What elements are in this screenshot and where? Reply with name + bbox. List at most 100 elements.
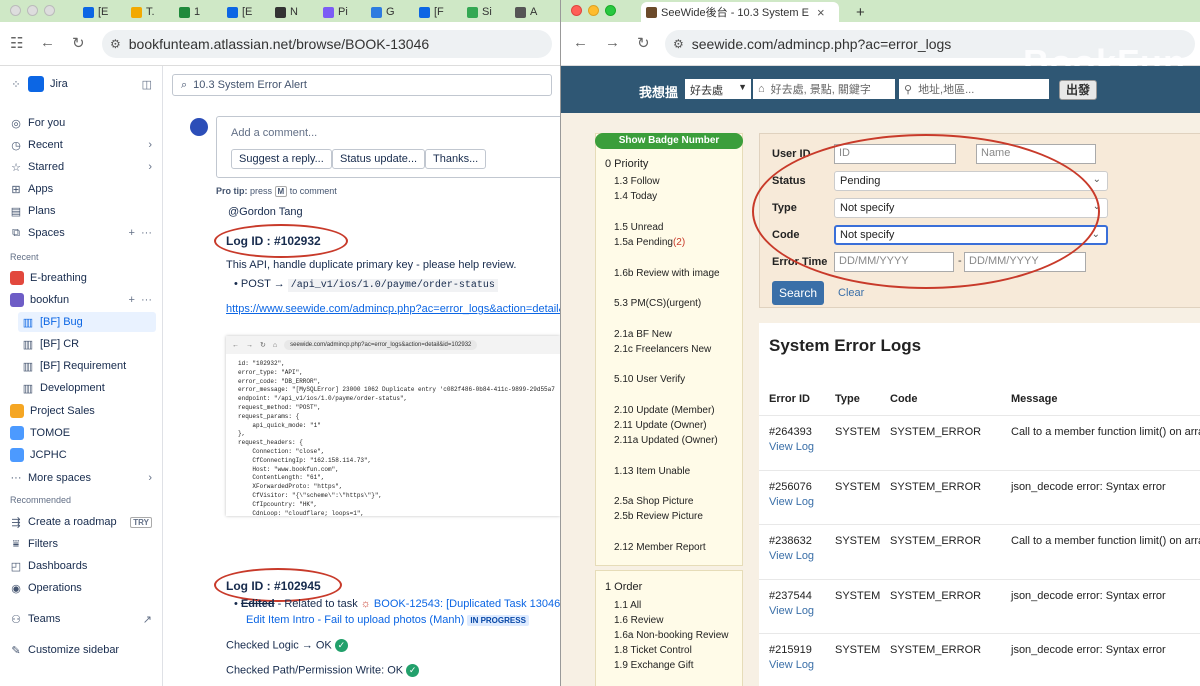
- sidebar-item-tomoe[interactable]: TOMOE: [6, 423, 156, 443]
- tab-2[interactable]: 1: [174, 2, 220, 22]
- order-item[interactable]: 1.8 Ticket Control: [614, 645, 692, 656]
- sidebar-item-create-roadmap[interactable]: ⇶ Create a roadmap TRY: [6, 512, 156, 532]
- priority-item[interactable]: 1.5 Unread: [614, 222, 663, 233]
- view-log-link[interactable]: View Log: [769, 550, 814, 562]
- clear-link[interactable]: Clear: [838, 287, 864, 299]
- priority-item[interactable]: 2.12 Member Report: [614, 542, 706, 553]
- sidebar-item-apps[interactable]: ⊞ Apps: [6, 179, 156, 199]
- tab-8[interactable]: Si: [462, 2, 508, 22]
- attached-screenshot[interactable]: ← → ↻ ⌂ seewide.com/admincp.php?ac=error_lo…: [226, 336, 560, 516]
- tab-seewide[interactable]: SeeWide後台 - 10.3 System E ×: [641, 2, 839, 22]
- priority-item[interactable]: 2.10 Update (Member): [614, 405, 715, 416]
- close-window-button[interactable]: [10, 5, 21, 16]
- subtask-link[interactable]: Edit Item Intro - Fail to upload photos …: [246, 614, 464, 626]
- view-log-link[interactable]: View Log: [769, 605, 814, 617]
- priority-item[interactable]: 5.10 User Verify: [614, 374, 685, 385]
- sidebar-item-filters[interactable]: ⩸ Filters: [6, 534, 156, 554]
- sidebar-item-spaces[interactable]: ⧉ Spaces + ···: [6, 223, 156, 243]
- sidebar-item-bf-cr[interactable]: ▥ [BF] CR: [18, 334, 156, 354]
- order-item[interactable]: 1.6a Non-booking Review: [614, 630, 729, 641]
- priority-item[interactable]: 1.4 Today: [614, 191, 657, 202]
- tab-3[interactable]: [E: [222, 2, 268, 22]
- sidebar-item-bf-bug[interactable]: ▥ [BF] Bug: [18, 312, 156, 332]
- priority-item[interactable]: 5.3 PM(CS)(urgent): [614, 298, 701, 309]
- order-item[interactable]: 1 Order: [605, 581, 642, 593]
- sidebar-item-bf-requirement[interactable]: ▥ [BF] Requirement: [18, 356, 156, 376]
- tab-4[interactable]: N: [270, 2, 316, 22]
- tab-1[interactable]: T.: [126, 2, 172, 22]
- category-select[interactable]: 好去處 ▼: [685, 79, 751, 99]
- close-window-button[interactable]: [571, 5, 582, 16]
- mention: @Gordon Tang: [228, 206, 303, 218]
- sidebar-item-starred[interactable]: ☆ Starred ›: [6, 157, 156, 177]
- priority-item[interactable]: 2.5a Shop Picture: [614, 496, 694, 507]
- view-log-link[interactable]: View Log: [769, 496, 814, 508]
- suggest-reply-chip[interactable]: Suggest a reply...: [231, 149, 332, 169]
- sidebar-item-dashboards[interactable]: ◰ Dashboards: [6, 556, 156, 576]
- priority-item[interactable]: 1.3 Follow: [614, 176, 660, 187]
- priority-item[interactable]: 2.1a BF New: [614, 329, 672, 340]
- refresh-button[interactable]: ↻: [637, 34, 650, 52]
- site-settings-icon[interactable]: ⚙: [673, 37, 684, 51]
- url-field[interactable]: ⚙ bookfunteam.atlassian.net/browse/BOOK-…: [102, 30, 552, 58]
- related-task-link[interactable]: BOOK-12543: [Duplicated Task 13046][B: [374, 598, 560, 610]
- sidebar-item-for-you[interactable]: ◎ For you: [6, 113, 156, 133]
- sidebar-item-operations[interactable]: ◉ Operations: [6, 578, 156, 598]
- priority-item[interactable]: 2.11 Update (Owner): [614, 420, 707, 431]
- order-item[interactable]: 1.1 All: [614, 600, 641, 611]
- refresh-button[interactable]: ↻: [72, 34, 85, 52]
- priority-item[interactable]: 1.13 Item Unable: [614, 466, 690, 477]
- app-grid-icon[interactable]: ☷: [10, 34, 23, 52]
- priority-item[interactable]: 0 Priority: [605, 158, 648, 170]
- location-input[interactable]: ⚲ 地址,地區...: [899, 79, 1049, 99]
- order-item[interactable]: 1.9 Exchange Gift: [614, 660, 694, 671]
- status-update-chip[interactable]: Status update...: [332, 149, 426, 169]
- sidebar-item-project-sales[interactable]: Project Sales: [6, 401, 156, 421]
- priority-item[interactable]: 1.5a Pending(2): [614, 237, 685, 248]
- view-log-link[interactable]: View Log: [769, 659, 814, 671]
- log-1-link[interactable]: https://www.seewide.com/admincp.php?ac=e…: [226, 303, 560, 315]
- priority-item[interactable]: 2.11a Updated (Owner): [614, 435, 718, 446]
- add-space-icon[interactable]: + ···: [128, 227, 156, 239]
- sidebar-item-jcphc[interactable]: JCPHC: [6, 445, 156, 465]
- add-space-icon[interactable]: + ···: [128, 294, 156, 306]
- search-input[interactable]: ⌕ 10.3 System Error Alert: [172, 74, 552, 96]
- minimize-window-button[interactable]: [27, 5, 38, 16]
- collapse-sidebar-icon[interactable]: ◫: [142, 78, 156, 91]
- tab-6[interactable]: G: [366, 2, 412, 22]
- tab-9[interactable]: A: [510, 2, 556, 22]
- sidebar-item-bookfun[interactable]: bookfun + ···: [6, 290, 156, 310]
- keyword-input[interactable]: ⌂ 好去處, 景點, 關鍵字: [753, 79, 895, 99]
- forward-button[interactable]: →: [605, 34, 620, 51]
- thanks-chip[interactable]: Thanks...: [425, 149, 487, 169]
- zoom-window-button[interactable]: [44, 5, 55, 16]
- back-button[interactable]: ←: [573, 34, 588, 51]
- go-button[interactable]: 出發: [1059, 80, 1097, 100]
- close-tab-icon[interactable]: ×: [817, 5, 825, 20]
- minimize-window-button[interactable]: [588, 5, 599, 16]
- sidebar-item-teams[interactable]: ⚇ Teams ↗: [6, 609, 156, 629]
- priority-item[interactable]: 2.5b Review Picture: [614, 511, 703, 522]
- sidebar-item-more-spaces[interactable]: ··· More spaces ›: [6, 468, 156, 488]
- zoom-window-button[interactable]: [605, 5, 616, 16]
- comment-box[interactable]: Add a comment... Suggest a reply... Stat…: [216, 116, 560, 178]
- tab-0[interactable]: [E: [78, 2, 124, 22]
- new-tab-button[interactable]: +: [851, 2, 870, 22]
- site-settings-icon[interactable]: ⚙: [110, 37, 121, 51]
- show-badge-number-button[interactable]: Show Badge Number: [595, 133, 743, 149]
- app-switcher-icon[interactable]: ⁘: [10, 78, 22, 91]
- back-button[interactable]: ←: [40, 34, 55, 51]
- sidebar-item-plans[interactable]: ▤ Plans: [6, 201, 156, 221]
- tab-5[interactable]: Pi: [318, 2, 364, 22]
- order-item[interactable]: 1.6 Review: [614, 615, 663, 626]
- tab-7[interactable]: [F: [414, 2, 460, 22]
- priority-item[interactable]: 1.6b Review with image: [614, 268, 720, 279]
- search-button[interactable]: Search: [772, 281, 824, 305]
- sidebar-item-recent[interactable]: ◷ Recent ›: [6, 135, 156, 155]
- priority-item[interactable]: 2.1c Freelancers New: [614, 344, 711, 355]
- sidebar-item-customize[interactable]: ✎ Customize sidebar: [6, 640, 156, 660]
- pending-count: (2): [672, 237, 686, 248]
- view-log-link[interactable]: View Log: [769, 441, 814, 453]
- sidebar-item-development[interactable]: ▥ Development: [18, 378, 156, 398]
- sidebar-item-e-breathing[interactable]: E-breathing: [6, 268, 156, 288]
